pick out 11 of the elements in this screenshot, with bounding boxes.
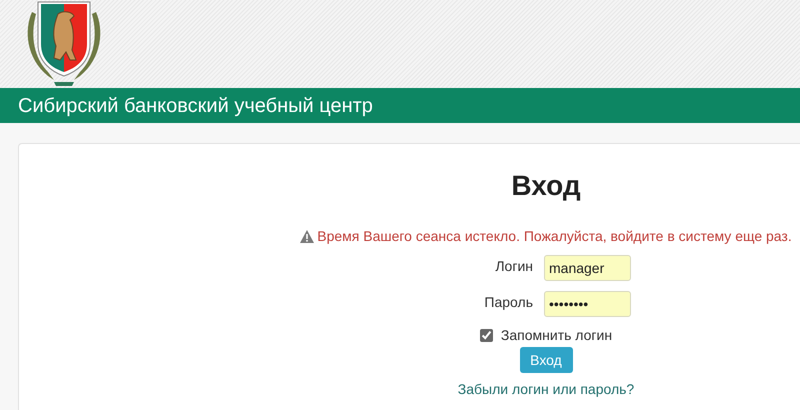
- site-title: Сибирский банковский учебный центр: [18, 94, 373, 118]
- remember-checkbox[interactable]: [480, 329, 493, 342]
- password-field[interactable]: ••••••••: [544, 291, 631, 317]
- session-expired-message: Время Вашего сеанса истекло. Пожалуйста, войдите в систему еще раз.: [317, 227, 792, 246]
- login-heading: Вход: [511, 172, 581, 200]
- warning-icon: [300, 230, 314, 243]
- forgot-password-link[interactable]: Забыли логин или пароль?: [458, 381, 634, 397]
- field-label: Логин: [494, 257, 533, 276]
- login-field[interactable]: manager: [544, 255, 631, 281]
- field-label: Пароль: [483, 293, 533, 312]
- remember-label: Запомнить логин: [500, 326, 612, 345]
